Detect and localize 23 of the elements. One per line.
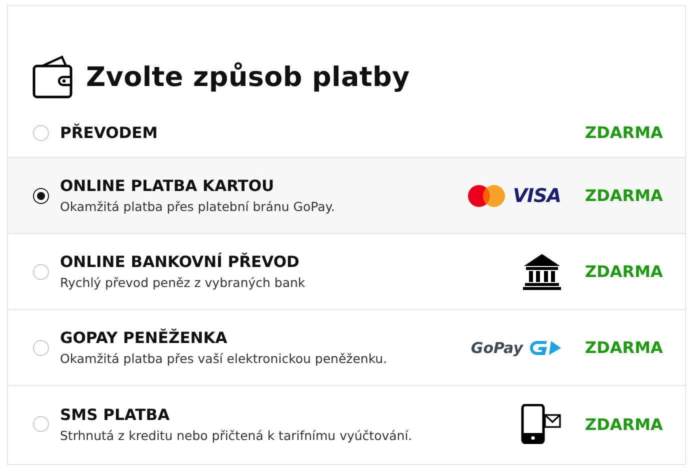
phone-message-icon [521,404,561,444]
option-price: ZDARMA [585,186,661,205]
wallet-icon [32,55,74,99]
option-name: ONLINE BANKOVNÍ PŘEVOD [60,253,300,271]
option-price: ZDARMA [585,338,661,357]
page-title: Zvolte způsob platby [86,62,410,92]
radio-button[interactable] [33,188,49,204]
option-description: Okamžitá platba přes vaší elektronickou peněženku. [60,351,388,366]
option-name: SMS PLATBA [60,406,171,424]
option-description: Strhnutá z kreditu nebo přičtená k tarifnímu vyúčtování. [60,428,414,442]
option-name: PŘEVODEM [60,124,159,142]
option-price: ZDARMA [585,123,661,142]
option-name: ONLINE PLATBA KARTOU [60,177,276,195]
visa-logo: VISA [512,184,561,206]
card-logo-icon [466,184,507,208]
option-name: GOPAY PENĚŽENKA [60,329,228,347]
gopay-logo: GoPay [470,338,523,356]
option-description: Okamžitá platba přes platební bránu GoPay. [60,199,336,214]
option-description: Rychlý převod peněz z vybraných bank [60,275,306,290]
payment-option[interactable]: ONLINE PLATBA KARTOU Okamžitá platba přes platební bránu GoPay. VISA ZDARMA [8,158,685,234]
option-price: ZDARMA [585,414,661,434]
bank-icon [523,252,561,290]
option-price: ZDARMA [585,262,661,281]
